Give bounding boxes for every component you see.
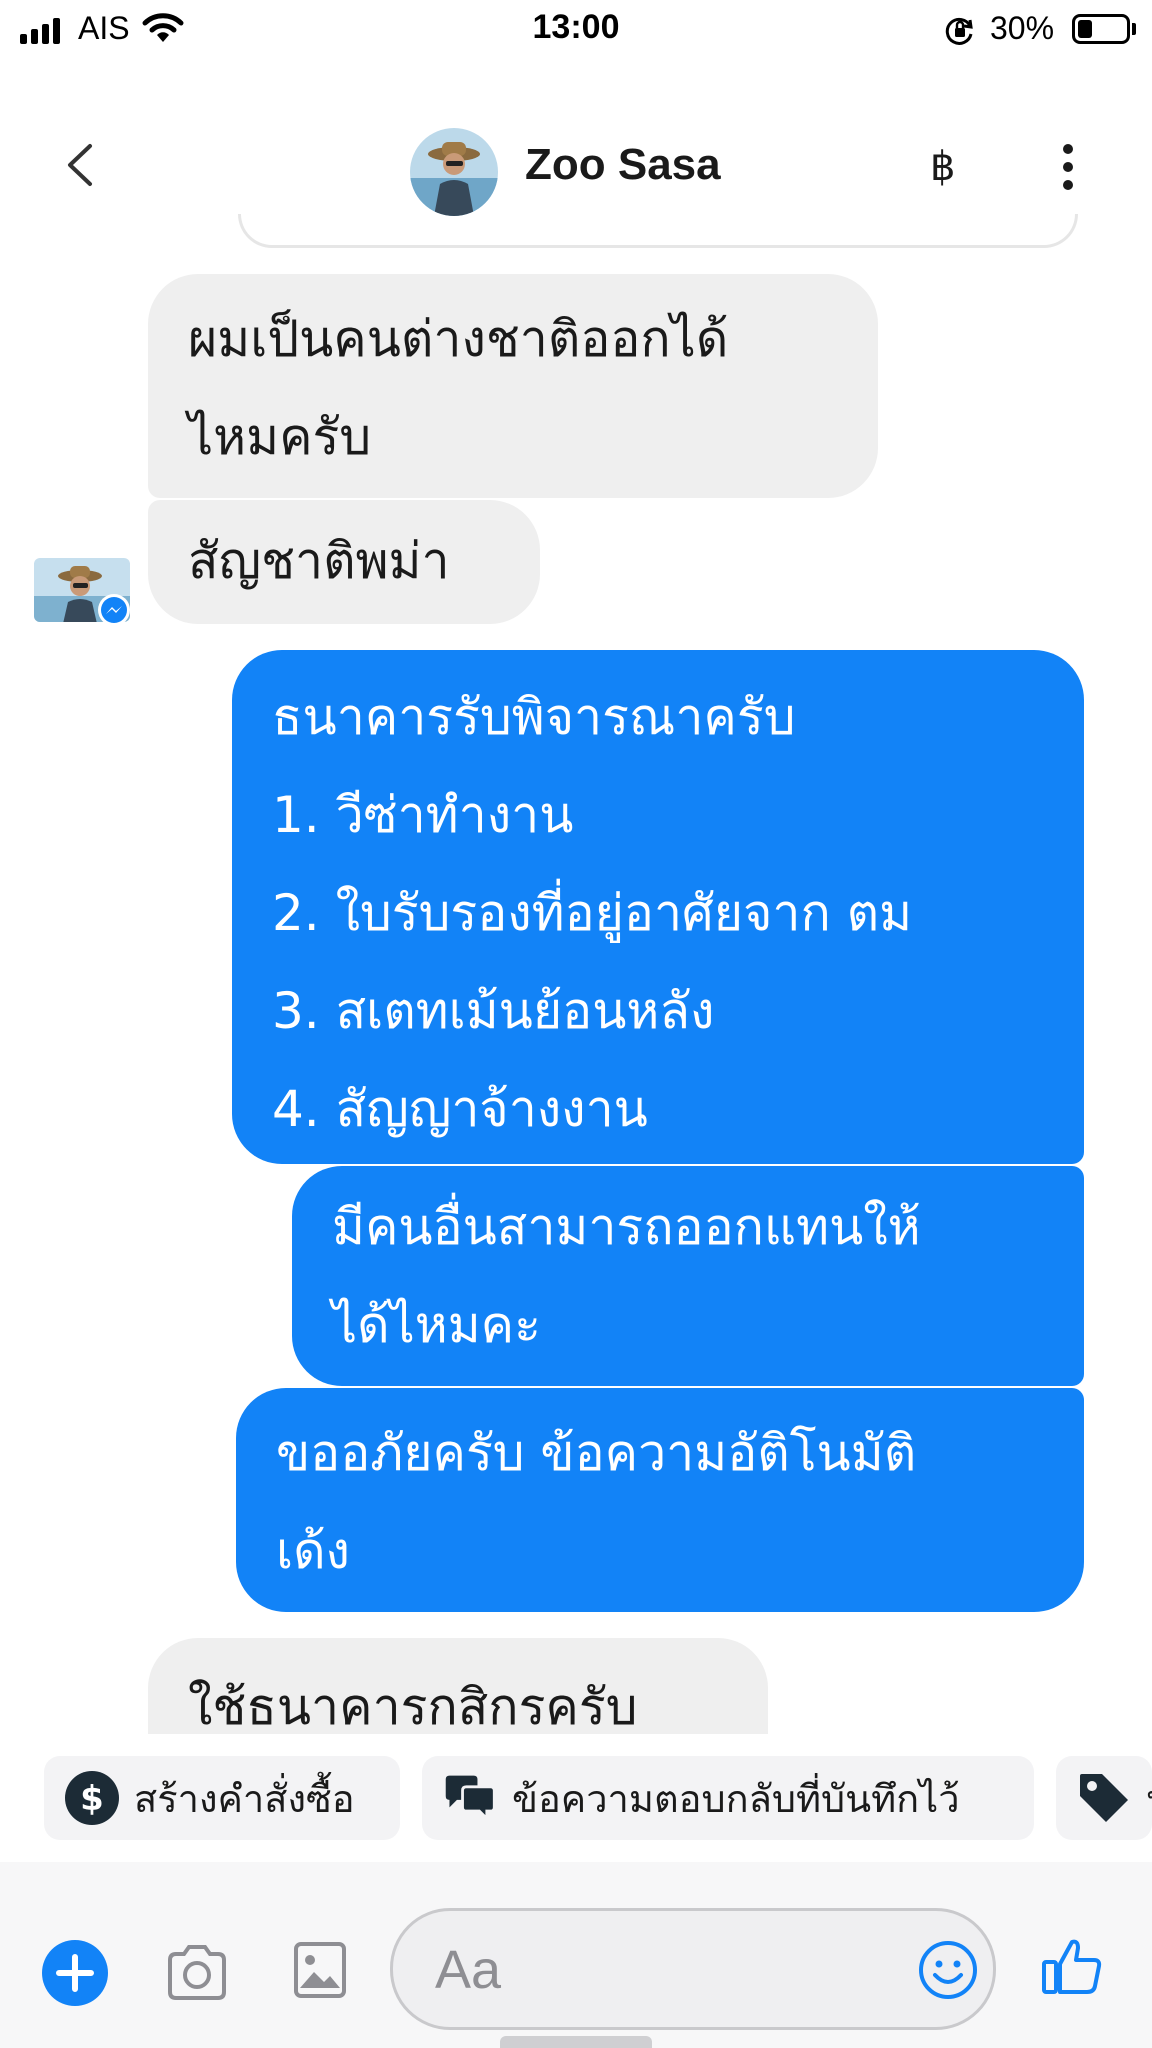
message-text: 4. สัญญาจ้างงาน (272, 1080, 648, 1138)
message-composer: Aa (0, 1862, 1152, 2048)
message-bubble-outgoing[interactable]: ขออภัยครับ ข้อความอัติโนมัติ เด้ง (236, 1388, 1084, 1612)
sender-avatar[interactable] (34, 558, 130, 626)
message-text: เด้ง (276, 1522, 350, 1580)
thumbs-up-icon[interactable] (1040, 1934, 1104, 2002)
svg-text:$: $ (80, 1779, 104, 1819)
create-order-chip[interactable]: $ สร้างคำสั่งซื้อ (44, 1756, 400, 1840)
message-text: มีคนอื่นสามารถออกแทนให้ (332, 1198, 921, 1256)
back-chevron-icon[interactable] (60, 140, 100, 190)
quick-reply-bar: $ สร้างคำสั่งซื้อ ข้อความตอบกลับที่บันทึ… (0, 1734, 1152, 1844)
home-indicator (500, 2036, 652, 2048)
payment-baht-icon[interactable]: ฿ (930, 144, 955, 190)
dollar-circle-icon: $ (64, 1770, 120, 1826)
chip-label: สร้างคำสั่งซื้อ (134, 1776, 355, 1821)
message-input[interactable]: Aa (390, 1908, 996, 2030)
rotation-lock-icon (944, 14, 976, 50)
previous-message-edge (238, 214, 1078, 248)
message-text: ขออภัยครับ ข้อความอัติโนมัติ (276, 1424, 917, 1482)
gallery-icon[interactable] (292, 1940, 348, 2004)
plus-icon[interactable] (42, 1940, 108, 2006)
messenger-badge-icon (98, 594, 130, 626)
message-text: ผมเป็นคนต่างชาติออกได้ (188, 310, 729, 368)
message-text: ธนาคารรับพิจารณาครับ (272, 688, 796, 746)
battery-percentage: 30% (990, 10, 1055, 46)
message-bubble-incoming[interactable]: ผมเป็นคนต่างชาติออกได้ ไหมครับ (148, 274, 878, 498)
contact-avatar[interactable] (410, 128, 498, 216)
message-bubble-outgoing[interactable]: มีคนอื่นสามารถออกแทนให้ ได้ไหมคะ (292, 1166, 1084, 1386)
chip-label: ป (1146, 1768, 1152, 1829)
status-time: 13:00 (532, 8, 620, 46)
chip-label: ข้อความตอบกลับที่บันทึกไว้ (512, 1776, 960, 1821)
message-input-placeholder: Aa (435, 1940, 502, 2000)
message-bubble-incoming[interactable]: สัญชาติพม่า (148, 500, 540, 624)
chat-bubbles-icon (442, 1770, 498, 1826)
tag-chip[interactable]: ป (1056, 1756, 1152, 1840)
message-text: 3. สเตทเม้นย้อนหลัง (272, 982, 715, 1040)
message-bubble-outgoing[interactable]: ธนาคารรับพิจารณาครับ 1. วีซ่าทำงาน 2. ใบ… (232, 650, 1084, 1164)
emoji-icon[interactable] (917, 1939, 979, 2005)
camera-icon[interactable] (164, 1942, 230, 2006)
battery-cap (1132, 23, 1136, 35)
tag-icon (1076, 1770, 1132, 1826)
contact-name[interactable]: Zoo Sasa (525, 140, 721, 190)
saved-replies-chip[interactable]: ข้อความตอบกลับที่บันทึกไว้ (422, 1756, 1034, 1840)
message-text: 1. วีซ่าทำงาน (272, 786, 574, 844)
more-options-icon[interactable] (1060, 144, 1076, 192)
message-text: สัญชาติพม่า (188, 532, 450, 590)
message-text: 2. ใบรับรองที่อยู่อาศัยจาก ตม (272, 884, 913, 942)
battery-level-fill (1078, 20, 1092, 38)
message-text: ไหมครับ (188, 408, 372, 466)
message-text: ได้ไหมคะ (332, 1296, 541, 1354)
battery-icon (1072, 14, 1130, 44)
status-bar: AIS 13:00 30% (0, 0, 1152, 60)
